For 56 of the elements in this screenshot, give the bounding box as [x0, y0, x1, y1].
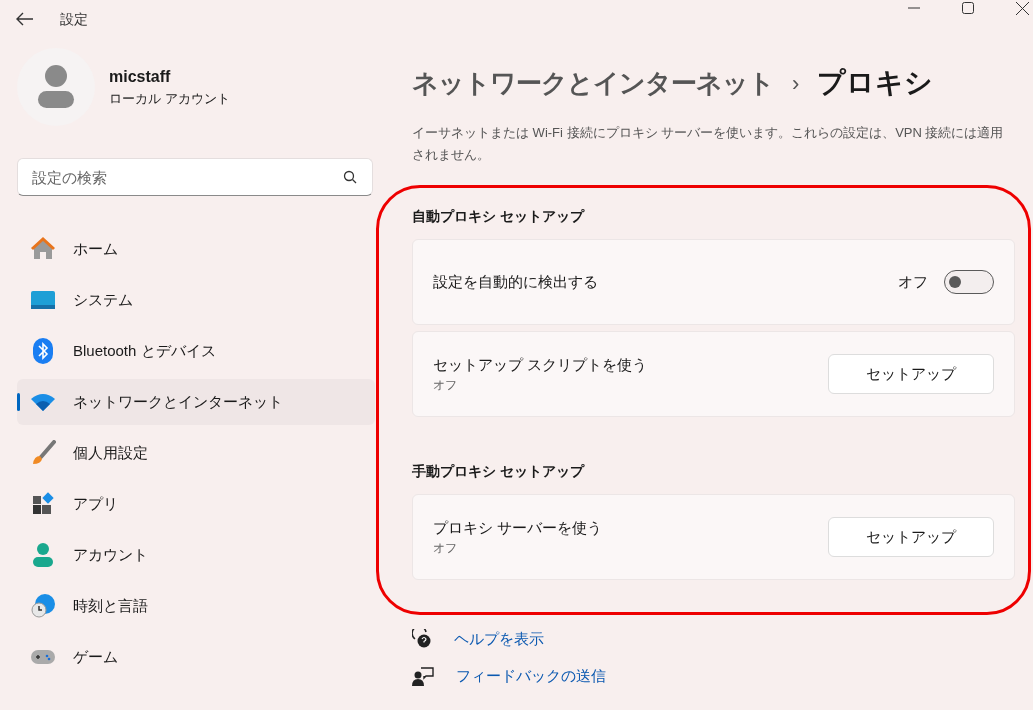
- search-icon[interactable]: [343, 170, 357, 184]
- gamepad-icon: [30, 647, 56, 667]
- person-silhouette-icon: [36, 65, 76, 109]
- sidebar-item[interactable]: Bluetooth とデバイス: [17, 328, 375, 374]
- sidebar-label: ホーム: [73, 238, 118, 259]
- toggle-switch[interactable]: [944, 270, 994, 294]
- setting-label: プロキシ サーバーを使う: [433, 517, 604, 538]
- search-field[interactable]: 設定の検索: [17, 158, 373, 196]
- sidebar-label: アプリ: [73, 493, 118, 514]
- help-link[interactable]: フィードバックの送信: [456, 664, 606, 687]
- selection-indicator: [17, 393, 20, 411]
- house-icon: [30, 236, 56, 262]
- paintbrush-icon: [30, 440, 56, 466]
- sidebar-item[interactable]: ネットワークとインターネット: [17, 379, 375, 425]
- sidebar-item[interactable]: 時刻と言語: [17, 583, 375, 629]
- setup-button[interactable]: セットアップ: [828, 354, 994, 394]
- section-heading: 手動プロキシ セットアップ: [412, 462, 586, 481]
- page-title: プロキシ: [817, 66, 934, 100]
- sidebar-label: システム: [73, 289, 133, 310]
- bluetooth-icon: [32, 337, 54, 365]
- window-title: 設定: [60, 9, 88, 29]
- sidebar-item[interactable]: ホーム: [17, 226, 375, 272]
- sidebar-item[interactable]: アカウント: [17, 532, 375, 578]
- apps-icon: [31, 492, 55, 516]
- help-bubble-icon: [412, 629, 432, 650]
- setting-status: オフ: [433, 377, 458, 395]
- sidebar-item[interactable]: ゲーム: [17, 634, 375, 680]
- feedback-icon: [412, 665, 434, 686]
- toggle-state-label: オフ: [898, 271, 928, 292]
- setting-label: 設定を自動的に検出する: [433, 271, 599, 292]
- close-icon[interactable]: [1016, 1, 1029, 15]
- page-description: イーサネットまたは Wi-Fi 接続にプロキシ サーバーを使います。これらの設定は、VPN 接続には適用されません。: [412, 124, 1005, 164]
- sidebar-label: Bluetooth とデバイス: [73, 340, 216, 361]
- user-name: micstaff: [109, 67, 172, 88]
- help-link[interactable]: ヘルプを表示: [454, 628, 544, 651]
- globe-clock-icon: [30, 593, 56, 619]
- person-icon: [31, 542, 55, 568]
- sidebar-item[interactable]: 個人用設定: [17, 430, 375, 476]
- setting-status: オフ: [433, 540, 458, 558]
- setup-button[interactable]: セットアップ: [828, 517, 994, 557]
- breadcrumb-parent[interactable]: ネットワークとインターネット: [412, 63, 774, 103]
- breadcrumb-separator: ›: [792, 69, 800, 98]
- sidebar-label: 個人用設定: [73, 442, 148, 463]
- sidebar-label: 時刻と言語: [73, 595, 148, 616]
- section-heading: 自動プロキシ セットアップ: [412, 207, 586, 226]
- sidebar-label: ゲーム: [73, 646, 118, 667]
- sidebar-item[interactable]: アプリ: [17, 481, 375, 527]
- sidebar-label: ネットワークとインターネット: [73, 391, 283, 412]
- wifi-icon: [30, 392, 56, 412]
- monitor-icon: [30, 289, 56, 311]
- account-type: ローカル アカウント: [109, 90, 230, 109]
- maximize-icon[interactable]: [962, 2, 974, 14]
- back-arrow-icon[interactable]: [16, 12, 34, 26]
- setting-label: セットアップ スクリプトを使う: [433, 354, 649, 375]
- sidebar-label: アカウント: [73, 544, 148, 565]
- sidebar-item[interactable]: システム: [17, 277, 375, 323]
